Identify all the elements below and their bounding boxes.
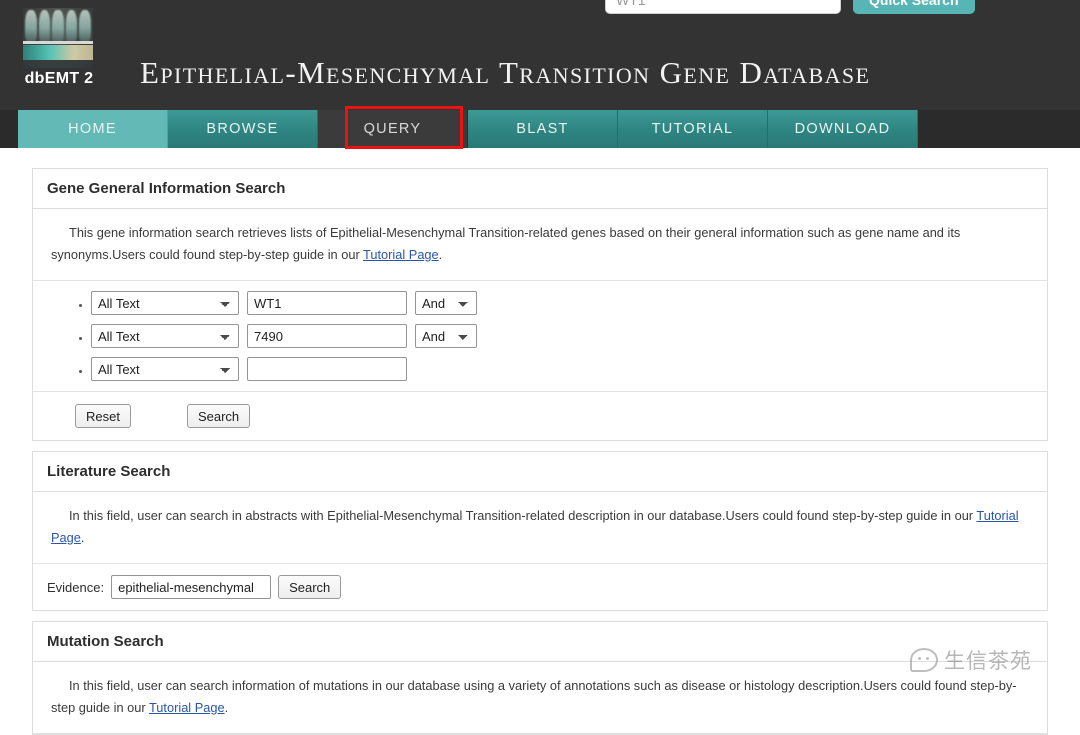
logo-divider xyxy=(23,41,93,44)
gene-search-buttons: Reset Search xyxy=(33,392,1047,440)
gene-panel-title: Gene General Information Search xyxy=(33,169,1047,209)
gene-query-row: All Text And xyxy=(91,324,1047,348)
nav-tab-home-label: HOME xyxy=(68,121,117,137)
nav-tab-download[interactable]: DOWNLOAD xyxy=(768,110,918,148)
nav-tab-home[interactable]: HOME xyxy=(18,110,168,148)
nav-tab-tutorial[interactable]: TUTORIAL xyxy=(618,110,768,148)
nav-tab-query-label: QUERY xyxy=(363,121,422,137)
mutation-panel-description: In this field, user can search informati… xyxy=(33,662,1047,734)
literature-search-button[interactable]: Search xyxy=(278,575,342,599)
gene-panel-description: This gene information search retrieves l… xyxy=(33,209,1047,281)
gene-tutorial-page-link[interactable]: Tutorial Page xyxy=(363,247,439,262)
logo-label: dbEMT 2 xyxy=(24,70,94,87)
site-logo[interactable]: dbEMT 2 xyxy=(20,8,98,94)
mutation-tutorial-page-link[interactable]: Tutorial Page xyxy=(149,700,225,715)
mutation-search-panel: Mutation Search In this field, user can … xyxy=(32,621,1048,735)
nav-tab-browse-label: BROWSE xyxy=(206,121,279,137)
quick-search-button[interactable]: Quick Search xyxy=(853,0,975,14)
quick-search-input[interactable] xyxy=(605,0,841,14)
reset-button[interactable]: Reset xyxy=(75,404,131,428)
gene-query-row-list: All Text And All Text xyxy=(33,291,1047,381)
logo-gradient-band xyxy=(23,45,93,60)
gene-desc-text-2: . xyxy=(438,247,443,262)
gene-field-select-1[interactable]: All Text xyxy=(91,291,239,315)
nav-tab-download-label: DOWNLOAD xyxy=(794,121,891,137)
site-header: Quick Search dbEMT 2 Epithelial-Mesenchy… xyxy=(0,0,1080,110)
logo-cells-icon xyxy=(25,10,91,43)
evidence-label: Evidence: xyxy=(47,579,105,595)
mutation-desc-text-2: . xyxy=(224,700,229,715)
gene-search-button[interactable]: Search xyxy=(186,404,251,428)
evidence-search-bar: Evidence: Search xyxy=(33,564,1047,610)
nav-tab-blast[interactable]: BLAST xyxy=(468,110,618,148)
main-navigation: HOME BROWSE QUERY BLAST TUTORIAL DOWNLOA… xyxy=(0,106,1080,149)
gene-general-information-search-panel: Gene General Information Search This gen… xyxy=(32,168,1048,441)
gene-desc-text-1: This gene information search retrieves l… xyxy=(51,225,961,262)
gene-query-rows: All Text And All Text xyxy=(33,281,1047,392)
nav-tab-blast-label: BLAST xyxy=(516,121,569,137)
nav-tab-browse[interactable]: BROWSE xyxy=(168,110,318,148)
quick-search-area: Quick Search xyxy=(605,0,975,14)
literature-panel-title: Literature Search xyxy=(33,452,1047,492)
gene-query-row: All Text xyxy=(91,357,1047,381)
gene-term-input-3[interactable] xyxy=(247,357,407,381)
literature-panel-description: In this field, user can search in abstra… xyxy=(33,492,1047,564)
gene-field-select-2[interactable]: All Text xyxy=(91,324,239,348)
literature-desc-text-1: In this field, user can search in abstra… xyxy=(69,508,977,523)
main-content: Gene General Information Search This gen… xyxy=(0,148,1080,735)
nav-tab-tutorial-label: TUTORIAL xyxy=(651,121,734,137)
gene-field-select-3[interactable]: All Text xyxy=(91,357,239,381)
logo-artwork-icon xyxy=(23,8,93,68)
gene-operator-select-1[interactable]: And xyxy=(415,291,477,315)
nav-tab-query[interactable]: QUERY xyxy=(318,110,468,148)
evidence-input[interactable] xyxy=(111,575,272,599)
literature-desc-text-2: . xyxy=(80,530,85,545)
mutation-panel-title: Mutation Search xyxy=(33,622,1047,662)
page-title: Epithelial-Mesenchymal Transition Gene D… xyxy=(140,55,871,90)
gene-operator-select-2[interactable]: And xyxy=(415,324,477,348)
gene-term-input-2[interactable] xyxy=(247,324,407,348)
gene-query-row: All Text And xyxy=(91,291,1047,315)
literature-search-panel: Literature Search In this field, user ca… xyxy=(32,451,1048,611)
gene-term-input-1[interactable] xyxy=(247,291,407,315)
